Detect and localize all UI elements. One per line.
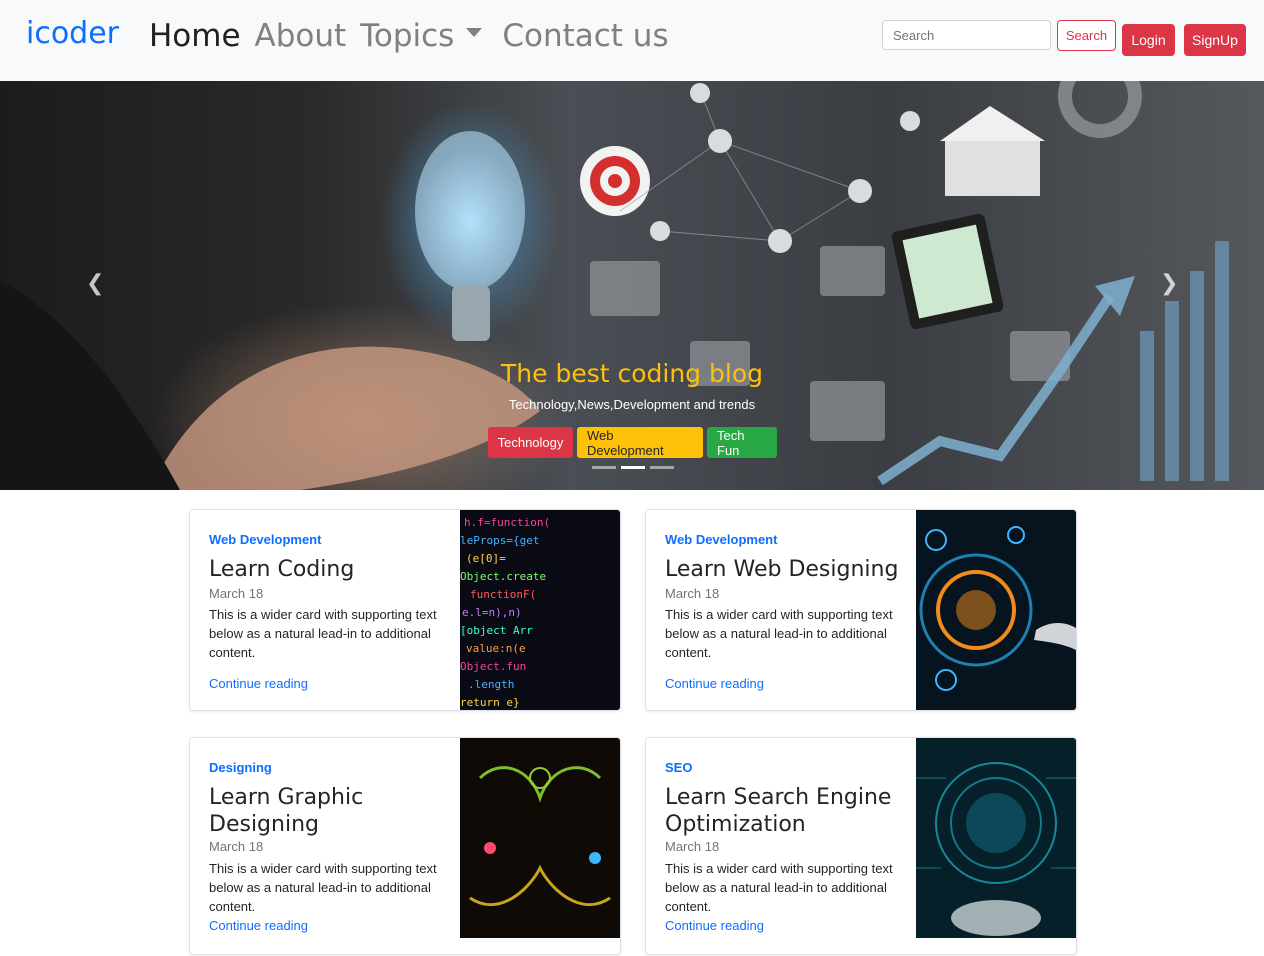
svg-text:(e[0]=: (e[0]= bbox=[466, 552, 506, 565]
technology-button[interactable]: Technology bbox=[488, 427, 573, 458]
login-button[interactable]: Login bbox=[1122, 24, 1175, 56]
card-category[interactable]: Web Development bbox=[665, 532, 777, 547]
hero-carousel: ❮ ❯ The best coding blog Technology,News… bbox=[0, 81, 1264, 490]
nav-topics[interactable]: Topics bbox=[360, 18, 454, 54]
svg-text:h.f=function(: h.f=function( bbox=[464, 516, 550, 529]
chevron-down-icon[interactable] bbox=[466, 27, 483, 37]
card-image-graphic-design bbox=[460, 738, 620, 938]
card-date: March 18 bbox=[665, 586, 720, 601]
nav-links: Home About Topics Contact us bbox=[149, 18, 683, 54]
navbar: icoder Home About Topics Contact us Sear… bbox=[0, 0, 1264, 81]
card-text: This is a wider card with supporting tex… bbox=[665, 607, 893, 660]
nav-contact[interactable]: Contact us bbox=[502, 18, 668, 54]
card-learn-web-designing: Web Development Learn Web Designing Marc… bbox=[645, 509, 1077, 711]
continue-reading-link[interactable]: Continue reading bbox=[209, 918, 308, 933]
card-title: Learn Search Engine Optimization bbox=[665, 785, 892, 837]
card-title: Learn Coding bbox=[209, 557, 355, 582]
svg-text:e.l=n),n): e.l=n),n) bbox=[462, 606, 522, 619]
continue-reading-link[interactable]: Continue reading bbox=[209, 676, 308, 691]
svg-text:leProps={get: leProps={get bbox=[460, 534, 539, 547]
card-image-code: h.f=function( leProps={get (e[0]= Object… bbox=[460, 510, 620, 710]
carousel-title: The best coding blog bbox=[501, 359, 763, 388]
search-input[interactable] bbox=[882, 20, 1051, 50]
carousel-indicator-2[interactable] bbox=[621, 466, 645, 469]
svg-text:functionF(: functionF( bbox=[470, 588, 536, 601]
svg-text:Object.create: Object.create bbox=[460, 570, 546, 583]
card-title: Learn Graphic Designing bbox=[209, 785, 364, 837]
card-image-seo bbox=[916, 738, 1076, 938]
card-date: March 18 bbox=[209, 839, 264, 854]
carousel-buttons: Technology Web Development Tech Fun bbox=[488, 427, 781, 458]
svg-text:.length: .length bbox=[468, 678, 514, 691]
carousel-prev-icon[interactable]: ❮ bbox=[86, 271, 106, 299]
card-text: This is a wider card with supporting tex… bbox=[665, 861, 893, 914]
continue-reading-link[interactable]: Continue reading bbox=[665, 676, 764, 691]
card-category[interactable]: Designing bbox=[209, 760, 272, 775]
svg-text:return e}: return e} bbox=[460, 696, 520, 709]
search-button[interactable]: Search bbox=[1057, 20, 1116, 51]
svg-text:value:n(e: value:n(e bbox=[466, 642, 526, 655]
carousel-indicators bbox=[592, 466, 679, 469]
brand-logo[interactable]: icoder bbox=[26, 16, 119, 51]
card-category[interactable]: SEO bbox=[665, 760, 692, 775]
card-learn-graphic-designing: Designing Learn Graphic Designing March … bbox=[189, 737, 621, 955]
tech-fun-button[interactable]: Tech Fun bbox=[707, 427, 777, 458]
card-learn-coding: Web Development Learn Coding March 18 Th… bbox=[189, 509, 621, 711]
card-learn-seo: SEO Learn Search Engine Optimization Mar… bbox=[645, 737, 1077, 955]
card-date: March 18 bbox=[665, 839, 720, 854]
card-category[interactable]: Web Development bbox=[209, 532, 321, 547]
continue-reading-link[interactable]: Continue reading bbox=[665, 918, 764, 933]
signup-button[interactable]: SignUp bbox=[1184, 24, 1246, 56]
carousel-indicator-1[interactable] bbox=[592, 466, 616, 469]
card-text: This is a wider card with supporting tex… bbox=[209, 607, 437, 660]
card-image-web-development bbox=[916, 510, 1076, 710]
svg-text:[object Arr: [object Arr bbox=[460, 624, 533, 637]
card-date: March 18 bbox=[209, 586, 264, 601]
card-text: This is a wider card with supporting tex… bbox=[209, 861, 437, 914]
carousel-next-icon[interactable]: ❯ bbox=[1160, 271, 1180, 299]
web-development-button[interactable]: Web Development bbox=[577, 427, 703, 458]
nav-about[interactable]: About bbox=[255, 18, 347, 54]
carousel-indicator-3[interactable] bbox=[650, 466, 674, 469]
nav-home[interactable]: Home bbox=[149, 18, 241, 54]
svg-text:Object.fun: Object.fun bbox=[460, 660, 526, 673]
carousel-subtitle: Technology,News,Development and trends bbox=[508, 397, 756, 412]
card-title: Learn Web Designing bbox=[665, 557, 899, 582]
